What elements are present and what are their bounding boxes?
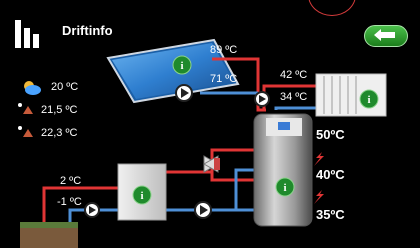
solar-temp-return: 71 ºC xyxy=(210,73,238,85)
info-icon[interactable]: i xyxy=(275,177,295,197)
storage-tank xyxy=(253,113,313,227)
svg-text:i: i xyxy=(180,60,183,72)
solar-temp-top: 89 ºC xyxy=(210,44,238,56)
tank-temp-top: 50ºC xyxy=(316,127,345,142)
pump-icon[interactable] xyxy=(175,84,193,102)
svg-text:i: i xyxy=(367,94,370,106)
pump-icon[interactable] xyxy=(84,202,100,218)
radiator-temp-return: 34 ºC xyxy=(280,91,308,103)
sensor-icon xyxy=(18,126,33,137)
radiator-temp-supply: 42 ºC xyxy=(280,69,308,81)
system-diagram: i i i i xyxy=(18,38,387,248)
weather-icon xyxy=(24,81,41,95)
svg-text:i: i xyxy=(283,182,286,194)
sensor2-temp: 22,3 ºC xyxy=(41,127,78,139)
tank-temp-mid: 40ºC xyxy=(316,167,345,182)
heat-pump-temp-bottom: -1 ºC xyxy=(57,196,82,208)
pump-icon[interactable] xyxy=(194,201,212,219)
sensor-icon xyxy=(18,103,33,114)
info-icon[interactable]: i xyxy=(132,185,152,205)
info-icon[interactable]: i xyxy=(359,89,379,109)
pump-icon[interactable] xyxy=(254,91,270,107)
heat-pump-temp-top: 2 ºC xyxy=(60,175,82,187)
sensor1-temp: 21,5 ºC xyxy=(41,104,78,116)
tank-temp-bottom: 35ºC xyxy=(316,207,345,222)
outdoor-temp: 20 ºC xyxy=(51,81,79,93)
svg-text:i: i xyxy=(140,190,143,202)
info-icon[interactable]: i xyxy=(172,55,192,75)
